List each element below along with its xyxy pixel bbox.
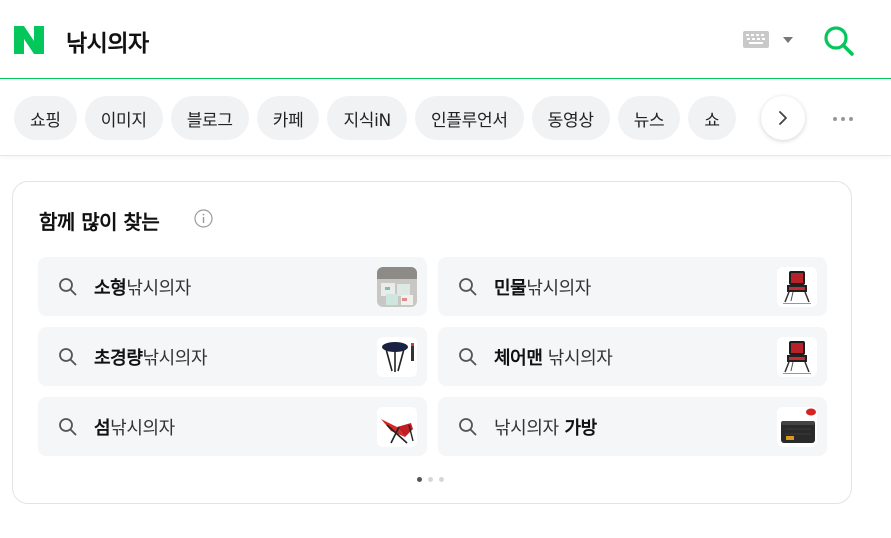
page-dot[interactable] <box>428 477 433 482</box>
search-icon <box>59 278 77 296</box>
search-icon <box>59 418 77 436</box>
tab-news[interactable]: 뉴스 <box>617 96 681 140</box>
keyboard-icon[interactable] <box>743 31 769 48</box>
related-search-text: 소형낚시의자 <box>94 278 191 299</box>
related-search-chip[interactable]: 소형낚시의자 <box>38 257 427 316</box>
chevron-down-icon[interactable] <box>783 37 793 43</box>
tab-images[interactable]: 이미지 <box>84 96 163 140</box>
search-icon <box>459 278 477 296</box>
info-icon[interactable] <box>194 209 213 228</box>
search-icon[interactable] <box>822 24 856 56</box>
tab-influencer[interactable]: 인플루언서 <box>414 96 524 140</box>
tab-shorts[interactable]: 쇼 <box>688 96 736 140</box>
search-header: 낚시의자 <box>0 0 891 79</box>
related-search-text: 민물낚시의자 <box>494 278 591 299</box>
search-icon <box>459 418 477 436</box>
product-thumbnail <box>377 267 417 307</box>
related-search-text: 체어맨 낚시의자 <box>494 348 613 369</box>
product-thumbnail <box>377 337 417 377</box>
naver-logo[interactable] <box>14 26 44 54</box>
page-dot[interactable] <box>439 477 444 482</box>
related-searches-card: 함께 많이 찾는 소형낚시의자 민물낚시의자 초경량낚시의자 체어맨 낚시의자 … <box>12 181 852 504</box>
search-icon <box>459 348 477 366</box>
product-thumbnail <box>777 337 817 377</box>
tab-video[interactable]: 동영상 <box>531 96 610 140</box>
tab-knowledge-in[interactable]: 지식iN <box>327 96 407 140</box>
related-search-text: 섬낚시의자 <box>94 418 175 439</box>
tab-blog[interactable]: 블로그 <box>170 96 249 140</box>
category-tab-bar: 쇼핑 이미지 블로그 카페 지식iN 인플루언서 동영상 뉴스 쇼 <box>0 80 891 156</box>
related-search-chip[interactable]: 초경량낚시의자 <box>38 327 427 386</box>
related-search-chip[interactable]: 섬낚시의자 <box>38 397 427 456</box>
category-tabs: 쇼핑 이미지 블로그 카페 지식iN 인플루언서 동영상 뉴스 쇼 <box>14 96 736 140</box>
related-searches-title: 함께 많이 찾는 <box>39 210 160 234</box>
search-query[interactable]: 낚시의자 <box>66 24 149 58</box>
chevron-right-icon <box>779 111 787 125</box>
product-thumbnail <box>777 407 817 447</box>
related-search-chip[interactable]: 민물낚시의자 <box>438 257 827 316</box>
product-thumbnail <box>377 407 417 447</box>
carousel-page-dots[interactable] <box>417 477 444 482</box>
tab-shopping[interactable]: 쇼핑 <box>14 96 77 140</box>
tabs-next-button[interactable] <box>761 96 805 140</box>
search-icon <box>59 348 77 366</box>
related-search-text: 낚시의자 가방 <box>494 418 597 439</box>
related-search-chip[interactable]: 낚시의자 가방 <box>438 397 827 456</box>
related-search-text: 초경량낚시의자 <box>94 348 208 369</box>
more-dots-icon[interactable] <box>826 108 860 130</box>
product-thumbnail <box>777 267 817 307</box>
tab-cafe[interactable]: 카페 <box>256 96 320 140</box>
page-dot-active[interactable] <box>417 477 422 482</box>
related-search-chip[interactable]: 체어맨 낚시의자 <box>438 327 827 386</box>
